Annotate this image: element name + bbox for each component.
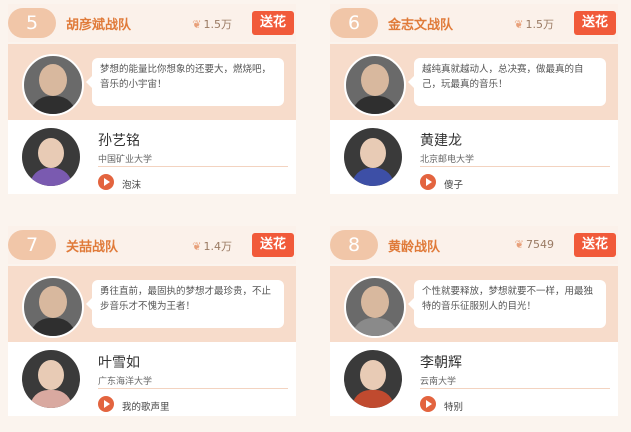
card-header: 7 关喆战队 ❦ 1.4万 送花 xyxy=(8,226,296,264)
team-number-badge: 8 xyxy=(330,230,378,260)
student-avatar xyxy=(344,128,402,186)
team-number-badge: 5 xyxy=(8,8,56,38)
play-icon[interactable] xyxy=(420,174,436,190)
song-title[interactable]: 傻子 xyxy=(444,177,463,191)
divider xyxy=(98,166,288,167)
send-flower-button[interactable]: 送花 xyxy=(252,11,294,35)
coach-quote-row: 个性就要释放，梦想就要不一样，用最独特的音乐征服别人的目光！ xyxy=(330,266,618,342)
card-header: 8 黄龄战队 ❦ 7549 送花 xyxy=(330,226,618,264)
vote-count: ❦ 7549 xyxy=(514,238,554,251)
coach-quote: 个性就要释放，梦想就要不一样，用最独特的音乐征服别人的目光！ xyxy=(408,280,606,328)
student-name: 孙艺铭 xyxy=(98,133,140,149)
play-icon[interactable] xyxy=(420,396,436,412)
divider xyxy=(98,388,288,389)
team-card: 6 金志文战队 ❦ 1.5万 送花 越纯真就越动人，总决赛，做最真的自己，玩最真的… xyxy=(330,4,618,194)
team-card: 5 胡彦斌战队 ❦ 1.5万 送花 梦想的能量比你想象的还要大，燃烧吧，音乐的小宇… xyxy=(8,4,296,194)
vote-count: ❦ 1.5万 xyxy=(192,18,232,31)
student-school: 云南大学 xyxy=(420,377,457,387)
play-icon[interactable] xyxy=(98,396,114,412)
play-icon[interactable] xyxy=(98,174,114,190)
student-name: 黄建龙 xyxy=(420,133,462,149)
send-flower-button[interactable]: 送花 xyxy=(574,233,616,257)
coach-quote-row: 梦想的能量比你想象的还要大，燃烧吧，音乐的小宇宙！ xyxy=(8,44,296,120)
card-header: 5 胡彦斌战队 ❦ 1.5万 送花 xyxy=(8,4,296,42)
flower-icon: ❦ xyxy=(514,238,524,251)
coach-quote: 勇往直前，最固执的梦想才最珍贵，不止步音乐才不愧为王者！ xyxy=(86,280,284,328)
team-name: 金志文战队 xyxy=(388,18,454,33)
student-avatar xyxy=(344,350,402,408)
student-avatar xyxy=(22,350,80,408)
student-row: 叶雪如 广东海洋大学 我的歌声里 xyxy=(8,342,296,416)
card-header: 6 金志文战队 ❦ 1.5万 送花 xyxy=(330,4,618,42)
flower-icon: ❦ xyxy=(192,240,202,253)
team-name: 黄龄战队 xyxy=(388,240,441,255)
coach-quote-row: 勇往直前，最固执的梦想才最珍贵，不止步音乐才不愧为王者！ xyxy=(8,266,296,342)
team-card: 7 关喆战队 ❦ 1.4万 送花 勇往直前，最固执的梦想才最珍贵，不止步音乐才不愧… xyxy=(8,226,296,416)
team-name: 胡彦斌战队 xyxy=(66,18,132,33)
student-school: 北京邮电大学 xyxy=(420,155,475,165)
student-name: 叶雪如 xyxy=(98,355,140,371)
team-name: 关喆战队 xyxy=(66,240,119,255)
coach-avatar xyxy=(344,54,406,116)
send-flower-button[interactable]: 送花 xyxy=(574,11,616,35)
coach-avatar xyxy=(344,276,406,338)
student-school: 中国矿业大学 xyxy=(98,155,153,165)
coach-avatar xyxy=(22,54,84,116)
team-card: 8 黄龄战队 ❦ 7549 送花 个性就要释放，梦想就要不一样，用最独特的音乐征服… xyxy=(330,226,618,416)
coach-quote-row: 越纯真就越动人，总决赛，做最真的自己，玩最真的音乐！ xyxy=(330,44,618,120)
song-title[interactable]: 特别 xyxy=(444,399,463,413)
divider xyxy=(420,388,610,389)
coach-avatar xyxy=(22,276,84,338)
student-row: 黄建龙 北京邮电大学 傻子 xyxy=(330,120,618,194)
send-flower-button[interactable]: 送花 xyxy=(252,233,294,257)
song-title[interactable]: 我的歌声里 xyxy=(122,399,170,413)
student-row: 李朝辉 云南大学 特别 xyxy=(330,342,618,416)
flower-icon: ❦ xyxy=(192,18,202,31)
student-avatar xyxy=(22,128,80,186)
coach-quote: 越纯真就越动人，总决赛，做最真的自己，玩最真的音乐！ xyxy=(408,58,606,106)
student-school: 广东海洋大学 xyxy=(98,377,153,387)
team-number-badge: 6 xyxy=(330,8,378,38)
team-number-badge: 7 xyxy=(8,230,56,260)
student-name: 李朝辉 xyxy=(420,355,462,371)
song-title[interactable]: 泡沫 xyxy=(122,177,141,191)
divider xyxy=(420,166,610,167)
vote-count: ❦ 1.4万 xyxy=(192,240,232,253)
coach-quote: 梦想的能量比你想象的还要大，燃烧吧，音乐的小宇宙！ xyxy=(86,58,284,106)
flower-icon: ❦ xyxy=(514,18,524,31)
vote-count: ❦ 1.5万 xyxy=(514,18,554,31)
student-row: 孙艺铭 中国矿业大学 泡沫 xyxy=(8,120,296,194)
